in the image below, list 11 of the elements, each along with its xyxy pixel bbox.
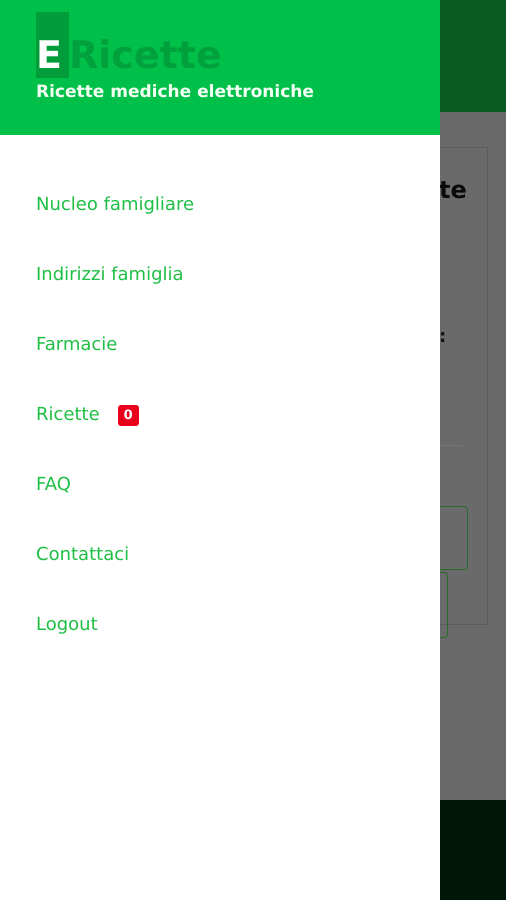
menu-item[interactable]: Nucleo famigliare bbox=[36, 192, 194, 218]
menu-item[interactable]: Logout bbox=[36, 612, 98, 638]
menu-item[interactable]: Contattaci bbox=[36, 542, 130, 568]
menu-item[interactable]: FAQ bbox=[36, 472, 71, 498]
count-badge: 0 bbox=[118, 405, 139, 426]
menu-item[interactable]: Farmacie bbox=[36, 332, 118, 358]
menu-item[interactable]: Ricette bbox=[36, 402, 100, 428]
card-heading: te bbox=[439, 176, 467, 204]
field-label: : bbox=[439, 326, 446, 347]
menu-item[interactable]: Indirizzi famiglia bbox=[36, 262, 184, 288]
subtitle: Ricette mediche elettroniche bbox=[36, 82, 315, 102]
